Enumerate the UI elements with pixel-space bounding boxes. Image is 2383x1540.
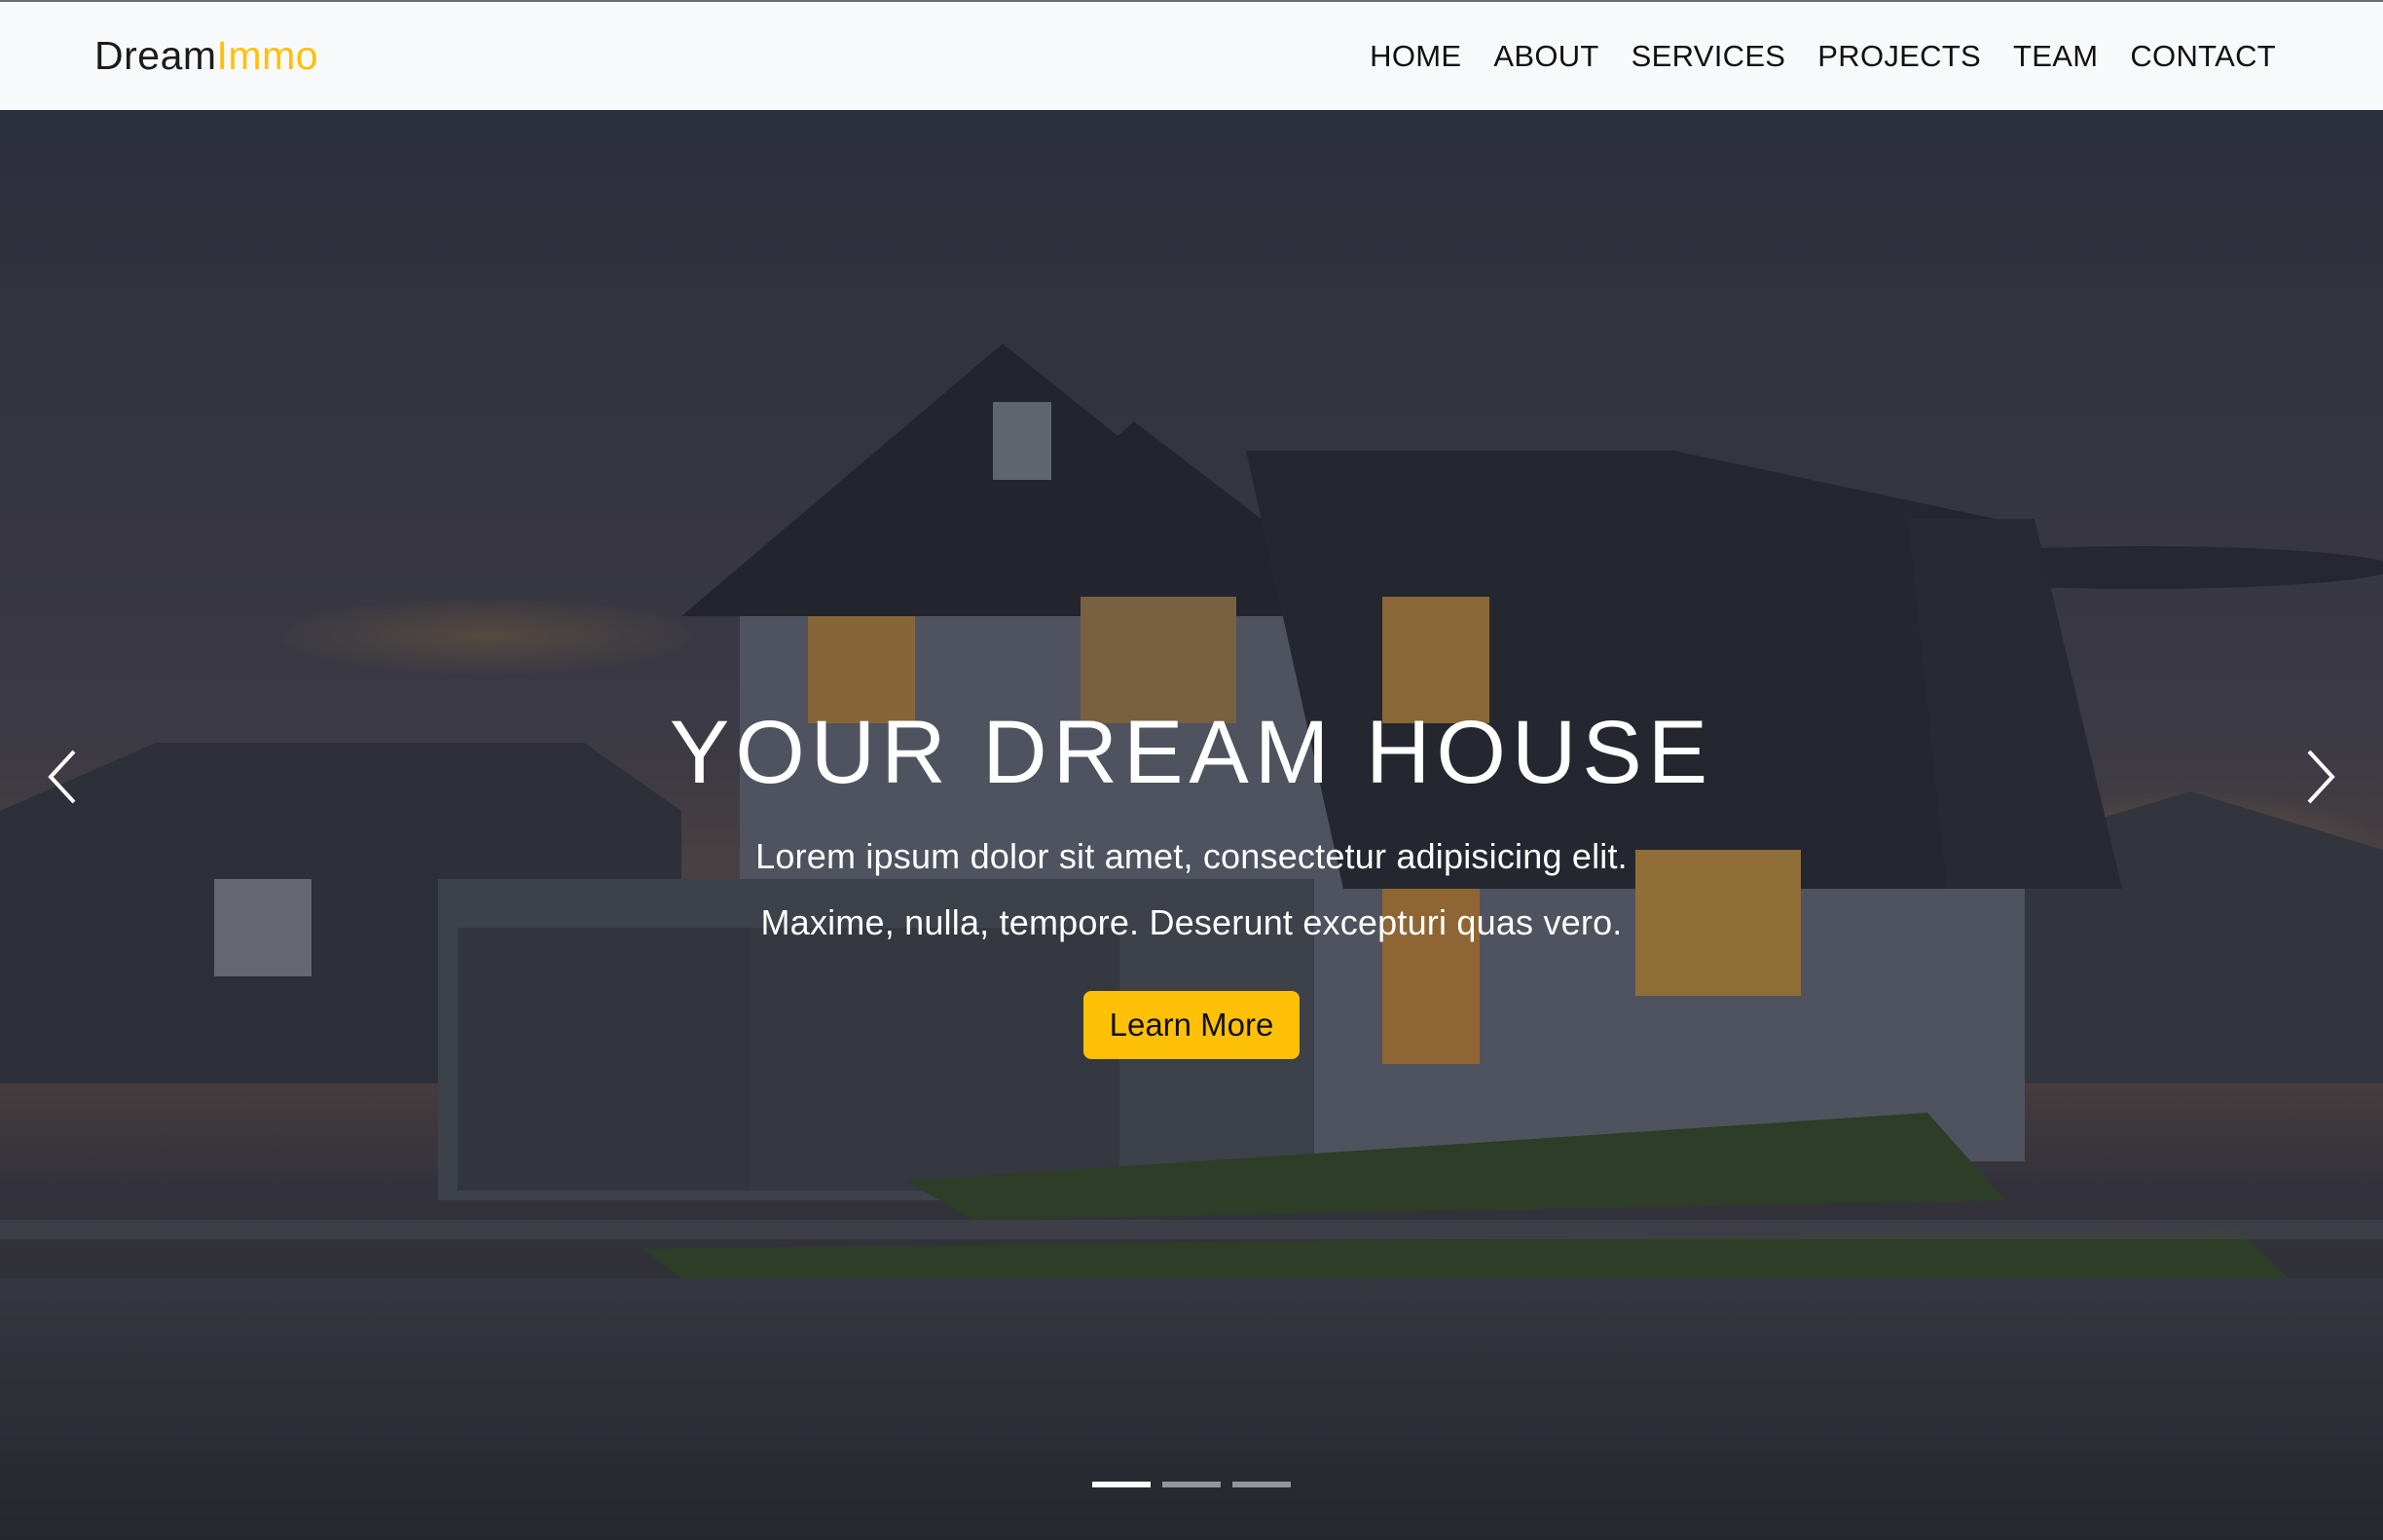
navbar: DreamImmo HOME ABOUT SERVICES PROJECTS T… bbox=[0, 0, 2383, 110]
carousel-indicators bbox=[0, 1482, 2383, 1487]
nav-item-home[interactable]: HOME bbox=[1370, 39, 1461, 73]
nav-menu: HOME ABOUT SERVICES PROJECTS TEAM CONTAC… bbox=[1370, 39, 2276, 74]
nav-item-about[interactable]: ABOUT bbox=[1493, 39, 1598, 73]
nav-item-services[interactable]: SERVICES bbox=[1631, 39, 1786, 73]
nav-item-contact[interactable]: CONTACT bbox=[2130, 39, 2276, 73]
hero-description: Lorem ipsum dolor sit amet, consectetur … bbox=[0, 824, 2383, 956]
hero-title: YOUR DREAM HOUSE bbox=[669, 703, 1714, 802]
brand-name-part2: Immo bbox=[216, 33, 319, 78]
carousel-indicator-2[interactable] bbox=[1162, 1482, 1221, 1487]
learn-more-button[interactable]: Learn More bbox=[1082, 991, 1301, 1060]
carousel-indicator-3[interactable] bbox=[1232, 1482, 1291, 1487]
hero-description-line1: Lorem ipsum dolor sit amet, consectetur … bbox=[755, 836, 1628, 877]
nav-item-team[interactable]: TEAM bbox=[2013, 39, 2098, 73]
carousel-indicator-1[interactable] bbox=[1092, 1482, 1151, 1487]
nav-item-projects[interactable]: PROJECTS bbox=[1817, 39, 1981, 73]
hero-description-line2: Maxime, nulla, tempore. Deserunt exceptu… bbox=[760, 902, 1623, 943]
hero-caption: YOUR DREAM HOUSE Lorem ipsum dolor sit a… bbox=[0, 703, 2383, 1060]
brand-logo[interactable]: DreamImmo bbox=[94, 33, 318, 79]
brand-name-part1: Dream bbox=[94, 33, 217, 78]
hero-carousel: YOUR DREAM HOUSE Lorem ipsum dolor sit a… bbox=[0, 110, 2383, 1540]
